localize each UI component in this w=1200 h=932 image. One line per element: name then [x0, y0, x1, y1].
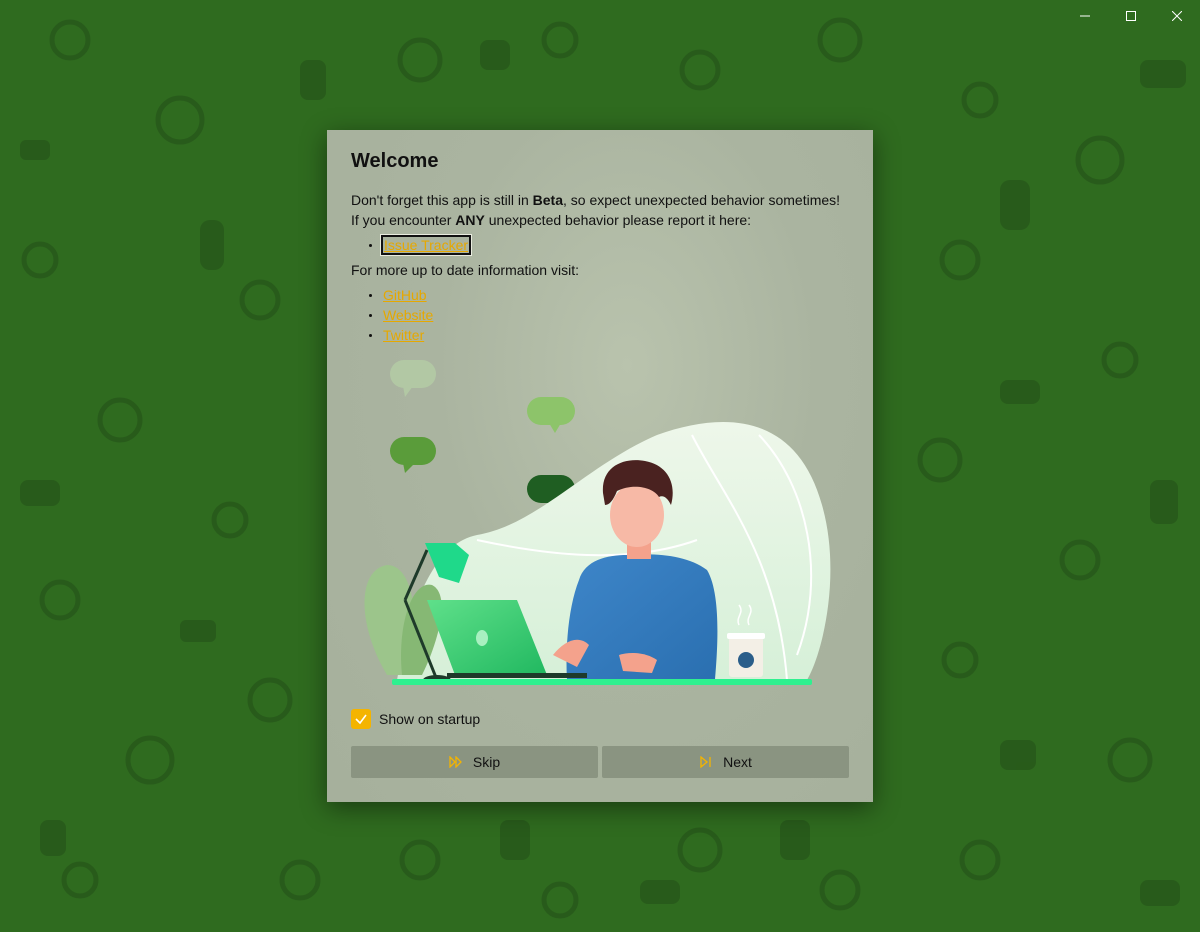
- minimize-button[interactable]: [1062, 0, 1108, 32]
- show-on-startup-toggle[interactable]: Show on startup: [351, 709, 480, 729]
- twitter-link[interactable]: Twitter: [383, 327, 424, 343]
- speech-bubble-icon: [527, 397, 575, 433]
- list-item: Twitter: [367, 325, 433, 345]
- list-item: Issue Tracker: [367, 235, 472, 255]
- beta-notice-prefix: Don't forget this app is still in: [351, 192, 533, 208]
- close-button[interactable]: [1154, 0, 1200, 32]
- fast-forward-icon: [449, 756, 463, 768]
- close-icon: [1172, 11, 1182, 21]
- github-link[interactable]: GitHub: [383, 287, 427, 303]
- skip-button[interactable]: Skip: [351, 746, 598, 778]
- skip-next-icon: [699, 756, 713, 768]
- beta-notice-suffix: , so expect unexpected behavior sometime…: [563, 192, 841, 208]
- report-notice: If you encounter ANY unexpected behavior…: [351, 212, 751, 228]
- issue-tracker-link[interactable]: Issue Tracker: [380, 235, 472, 255]
- report-notice-emphasis: ANY: [455, 212, 485, 228]
- report-notice-suffix: unexpected behavior please report it her…: [484, 212, 752, 228]
- checkmark-icon: [355, 714, 367, 725]
- speech-bubble-icon: [390, 437, 436, 473]
- website-link[interactable]: Website: [383, 307, 433, 323]
- list-item: GitHub: [367, 285, 433, 305]
- next-button-label: Next: [723, 754, 752, 770]
- window-controls: [1062, 0, 1200, 32]
- report-links-list: Issue Tracker: [367, 235, 472, 255]
- welcome-illustration: [364, 360, 831, 685]
- beta-notice: Don't forget this app is still in Beta, …: [351, 192, 840, 208]
- maximize-icon: [1126, 11, 1136, 21]
- maximize-button[interactable]: [1108, 0, 1154, 32]
- welcome-dialog: Welcome Don't forget this app is still i…: [327, 130, 873, 802]
- list-item: Website: [367, 305, 433, 325]
- minimize-icon: [1080, 15, 1090, 17]
- show-on-startup-label: Show on startup: [379, 711, 481, 727]
- dialog-title: Welcome: [351, 150, 439, 172]
- show-on-startup-checkbox[interactable]: [351, 709, 371, 729]
- skip-button-label: Skip: [472, 754, 501, 770]
- info-notice: For more up to date information visit:: [351, 262, 579, 278]
- report-notice-prefix: If you encounter: [351, 212, 456, 228]
- beta-notice-emphasis: Beta: [532, 192, 564, 208]
- next-button[interactable]: Next: [602, 746, 849, 778]
- speech-bubble-icon: [390, 360, 436, 397]
- info-links-list: GitHub Website Twitter: [367, 285, 433, 345]
